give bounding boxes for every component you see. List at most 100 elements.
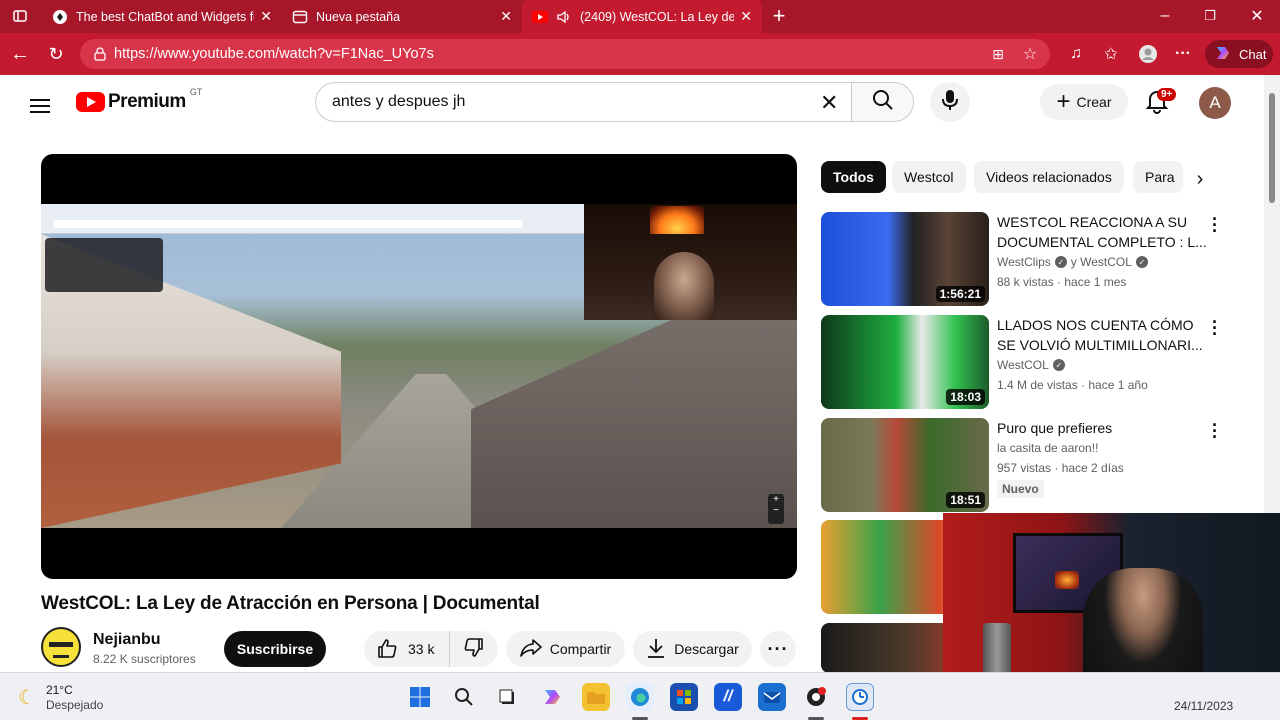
chip-todos[interactable]: Todos: [821, 161, 886, 193]
search-input[interactable]: antes y despues jh: [315, 82, 852, 122]
recommendation-item[interactable]: 18:51 Puro que prefieres la casita de aa…: [821, 416, 1251, 512]
video-thumbnail[interactable]: 1:56:21: [821, 212, 989, 306]
chevron-right-icon[interactable]: ›: [1186, 165, 1214, 193]
search-button[interactable]: [851, 82, 914, 122]
more-vert-icon[interactable]: · · ·: [1209, 313, 1221, 343]
dislike-button[interactable]: [450, 637, 498, 662]
create-button[interactable]: + Crear: [1040, 84, 1128, 120]
duration-badge: 18:51: [946, 492, 985, 508]
extensions-icon[interactable]: ♫: [1064, 42, 1088, 66]
tab-youtube[interactable]: (2409) WestCOL: La Ley de A ✕: [522, 0, 762, 33]
tab-actions-icon[interactable]: [8, 4, 32, 28]
like-button[interactable]: 33 k: [364, 631, 450, 667]
tab-title: (2409) WestCOL: La Ley de A: [580, 9, 735, 24]
channel-name-text: WestCOL: [997, 358, 1049, 372]
search-icon[interactable]: [450, 683, 478, 711]
video-title: WestCOL: La Ley de Atracción en Persona …: [41, 593, 540, 614]
search-icon: [872, 89, 894, 116]
edge-browser-icon[interactable]: [626, 683, 654, 711]
browser-address-bar: ← ↻ https://www.youtube.com/watch?v=F1Na…: [0, 33, 1280, 75]
channel-name-text: y WestCOL: [1070, 255, 1132, 269]
task-view-icon[interactable]: [494, 683, 522, 711]
favorites-icon[interactable]: ✩: [1099, 42, 1123, 66]
microsoft-store-icon[interactable]: [670, 683, 698, 711]
search-value: antes y despues jh: [332, 93, 466, 110]
close-window-icon[interactable]: ✕: [1245, 4, 1269, 28]
share-button[interactable]: Compartir: [506, 631, 625, 667]
verified-check-icon: ✓: [1052, 359, 1065, 371]
chip-westcol[interactable]: Westcol: [892, 161, 966, 193]
clear-search-icon[interactable]: ✕: [820, 90, 838, 116]
more-menu-icon[interactable]: ···: [1171, 42, 1195, 66]
streamer-figure: [654, 252, 714, 320]
profile-icon[interactable]: [1136, 42, 1160, 66]
chip-para[interactable]: Para: [1133, 161, 1183, 193]
region-code: GT: [189, 87, 203, 97]
more-vert-icon[interactable]: · · ·: [1209, 210, 1221, 240]
embedded-browser-strip: [41, 204, 584, 234]
outlook-icon[interactable]: [758, 683, 786, 711]
restore-icon[interactable]: ❐: [1198, 4, 1222, 28]
recommendation-title: Puro que prefieres: [997, 420, 1113, 436]
recommendation-title: WESTCOL REACCIONA A SU DOCUMENTAL COMPLE…: [997, 214, 1207, 250]
channel-name[interactable]: Nejianbu: [93, 631, 161, 649]
monitor-fire-shape: [1055, 571, 1079, 589]
minimize-icon[interactable]: –: [1153, 4, 1177, 28]
windows-taskbar: ☾ 21°C Despejado // 24/11/2023: [0, 672, 1280, 720]
chat-label: Chat: [1239, 46, 1267, 62]
download-button[interactable]: Descargar: [633, 631, 752, 667]
close-tab-icon[interactable]: ✕: [500, 8, 512, 25]
clock-app-icon[interactable]: [846, 683, 874, 711]
url-field[interactable]: https://www.youtube.com/watch?v=F1Nac_UY…: [80, 39, 1050, 69]
url-text: https://www.youtube.com/watch?v=F1Nac_UY…: [114, 46, 434, 62]
download-icon: [646, 637, 666, 662]
subscribe-button[interactable]: Suscribirse: [224, 631, 326, 667]
menu-hamburger-icon[interactable]: [30, 95, 50, 117]
new-tab-plus-icon[interactable]: +: [767, 3, 791, 28]
app-available-icon[interactable]: ⊞: [986, 42, 1010, 66]
tab-new-tab[interactable]: Nueva pestaña ✕: [282, 0, 522, 33]
close-tab-icon[interactable]: ✕: [260, 8, 272, 25]
more-vert-icon[interactable]: · · ·: [1209, 416, 1221, 446]
recommendation-channel: WestCOL ✓: [997, 358, 1065, 372]
more-actions-button[interactable]: ···: [760, 631, 796, 667]
video-thumbnail[interactable]: 18:03: [821, 315, 989, 409]
youtube-premium-logo[interactable]: Premium GT: [76, 87, 202, 113]
weather-widget[interactable]: ☾ 21°C Despejado: [18, 682, 103, 712]
remote-desktop-icon[interactable]: //: [714, 683, 742, 711]
windows-start-icon[interactable]: [406, 683, 434, 711]
copilot-icon[interactable]: [538, 683, 566, 711]
recommendation-item[interactable]: 18:03 LLADOS NOS CUENTA CÓMO SE VOLVIÓ M…: [821, 313, 1251, 409]
download-label: Descargar: [674, 641, 739, 657]
site-info-icon[interactable]: [88, 42, 112, 66]
channel-avatar[interactable]: [41, 627, 81, 667]
chip-videos-relacionados[interactable]: Videos relacionados: [974, 161, 1124, 193]
video-thumbnail[interactable]: 18:51: [821, 418, 989, 512]
taskbar-date: 24/11/2023: [1174, 699, 1234, 713]
close-tab-icon[interactable]: ✕: [740, 8, 752, 25]
youtube-play-logo-icon: [76, 92, 105, 112]
browser-tab-bar: The best ChatBot and Widgets for ✕ Nueva…: [0, 0, 1280, 33]
reload-icon[interactable]: ↻: [44, 42, 68, 66]
file-explorer-icon[interactable]: [582, 683, 610, 711]
recommendation-item[interactable]: 1:56:21 WESTCOL REACCIONA A SU DOCUMENTA…: [821, 210, 1251, 306]
favorite-star-icon[interactable]: ☆: [1018, 42, 1042, 66]
like-count: 33 k: [408, 641, 435, 657]
subscriber-count: 8.22 K suscriptores: [93, 652, 196, 666]
obs-record-icon[interactable]: [802, 683, 830, 711]
like-dislike-group: 33 k: [364, 631, 498, 667]
voice-search-button[interactable]: [930, 82, 970, 122]
fireplace-shape: [650, 206, 704, 234]
speaker-icon[interactable]: [556, 9, 572, 25]
newtab-icon: [292, 9, 308, 25]
share-label: Compartir: [549, 641, 612, 657]
copilot-chat-button[interactable]: Chat: [1205, 40, 1273, 68]
verified-check-icon: ✓: [1054, 256, 1067, 268]
back-arrow-icon[interactable]: ←: [8, 42, 32, 66]
tab-chatbot[interactable]: The best ChatBot and Widgets for ✕: [42, 0, 282, 33]
moon-weather-icon: ☾: [18, 686, 36, 709]
channel-name-text: la casita de aaron!!: [997, 441, 1099, 455]
account-avatar[interactable]: A: [1199, 87, 1231, 119]
video-player[interactable]: + −: [41, 154, 797, 579]
youtube-icon: [532, 9, 548, 25]
